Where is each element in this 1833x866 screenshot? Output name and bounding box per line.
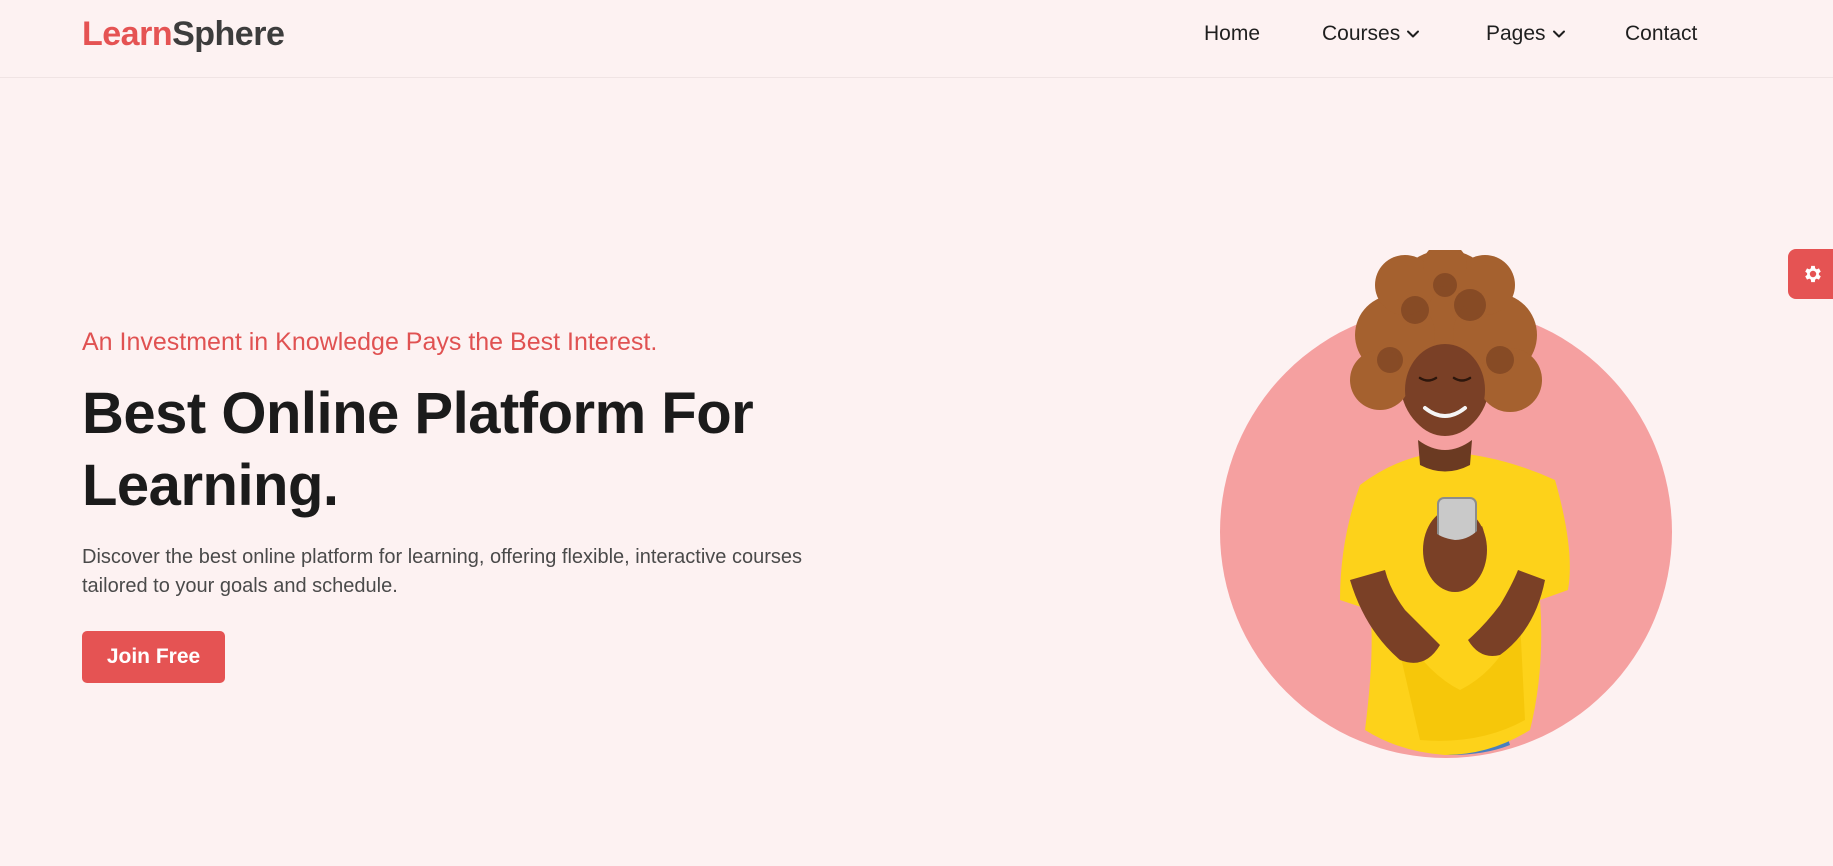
gear-icon (1805, 265, 1821, 283)
hero-tagline: An Investment in Knowledge Pays the Best… (82, 328, 658, 356)
hero-headline-line1: Best Online Platform For (82, 381, 754, 446)
nav-pages[interactable]: Pages (1486, 20, 1566, 48)
main-nav: Home Courses Pages Contact (0, 20, 1833, 50)
chevron-down-icon (1407, 30, 1420, 38)
site-header: LearnSphere Home Courses Pages Contact (0, 0, 1833, 78)
nav-pages-label: Pages (1486, 22, 1546, 45)
nav-contact-label: Contact (1625, 22, 1698, 45)
nav-courses[interactable]: Courses (1322, 20, 1420, 48)
nav-home-label: Home (1204, 22, 1261, 45)
nav-contact[interactable]: Contact (1625, 20, 1697, 48)
nav-courses-label: Courses (1322, 22, 1401, 45)
hero-description: Discover the best online platform for le… (82, 546, 802, 597)
hero-headline-line2: Learning. (82, 453, 339, 518)
hero-headline: Best Online Platform For Learning. (82, 378, 882, 522)
join-free-button[interactable]: Join Free (82, 631, 225, 683)
hero-image (1220, 250, 1672, 758)
nav-home[interactable]: Home (1204, 20, 1260, 48)
chevron-down-icon (1552, 30, 1565, 38)
settings-button[interactable] (1788, 249, 1833, 299)
